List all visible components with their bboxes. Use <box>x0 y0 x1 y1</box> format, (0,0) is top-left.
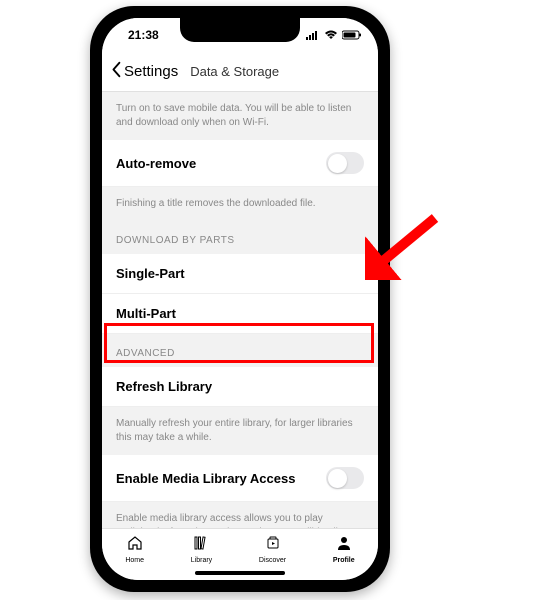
refresh-library-description: Manually refresh your entire library, fo… <box>102 407 378 455</box>
toggle-knob <box>328 154 347 173</box>
phone-body: 21:38 Settings Data & Storage Turn on to <box>102 18 378 580</box>
media-access-toggle[interactable] <box>326 467 364 489</box>
tab-home[interactable]: Home <box>125 535 144 564</box>
content-scroll[interactable]: Turn on to save mobile data. You will be… <box>102 92 378 528</box>
toggle-knob <box>328 469 347 488</box>
tab-profile[interactable]: Profile <box>333 535 355 564</box>
auto-remove-description: Finishing a title removes the downloaded… <box>102 187 378 221</box>
refresh-library-row[interactable]: Refresh Library <box>102 367 378 407</box>
auto-remove-toggle[interactable] <box>326 152 364 174</box>
wifi-icon <box>324 30 338 40</box>
page-title: Data & Storage <box>190 64 279 79</box>
auto-remove-label: Auto-remove <box>116 156 196 171</box>
auto-remove-row[interactable]: Auto-remove <box>102 140 378 187</box>
tab-profile-label: Profile <box>333 557 355 564</box>
tab-home-label: Home <box>125 557 144 564</box>
discover-icon <box>265 535 281 556</box>
wifi-description: Turn on to save mobile data. You will be… <box>102 92 378 140</box>
home-icon <box>127 535 143 556</box>
chevron-left-icon <box>110 61 122 83</box>
library-icon <box>193 535 209 556</box>
annotation-arrow <box>365 210 445 280</box>
back-label: Settings <box>124 63 178 80</box>
tab-discover[interactable]: Discover <box>259 535 286 564</box>
media-access-row[interactable]: Enable Media Library Access <box>102 455 378 502</box>
single-part-row[interactable]: Single-Part <box>102 254 378 294</box>
multi-part-label: Multi-Part <box>116 306 176 321</box>
battery-icon <box>342 30 362 40</box>
multi-part-row[interactable]: Multi-Part <box>102 294 378 334</box>
status-time: 21:38 <box>118 28 159 42</box>
tab-discover-label: Discover <box>259 557 286 564</box>
status-icons <box>306 30 362 40</box>
media-access-label: Enable Media Library Access <box>116 471 295 486</box>
phone-frame: 21:38 Settings Data & Storage Turn on to <box>90 6 390 592</box>
profile-icon <box>336 535 352 556</box>
tab-library-label: Library <box>191 557 212 564</box>
single-part-label: Single-Part <box>116 266 185 281</box>
media-access-description: Enable media library access allows you t… <box>102 502 378 528</box>
screen: 21:38 Settings Data & Storage Turn on to <box>102 18 378 580</box>
notch <box>180 18 300 42</box>
tab-library[interactable]: Library <box>191 535 212 564</box>
refresh-library-label: Refresh Library <box>116 379 212 394</box>
back-button[interactable]: Settings <box>110 61 190 83</box>
nav-header: Settings Data & Storage <box>102 52 378 92</box>
section-advanced: ADVANCED <box>102 334 378 367</box>
home-indicator[interactable] <box>195 571 285 575</box>
signal-icon <box>306 30 320 40</box>
section-download-by-parts: DOWNLOAD BY PARTS <box>102 221 378 254</box>
